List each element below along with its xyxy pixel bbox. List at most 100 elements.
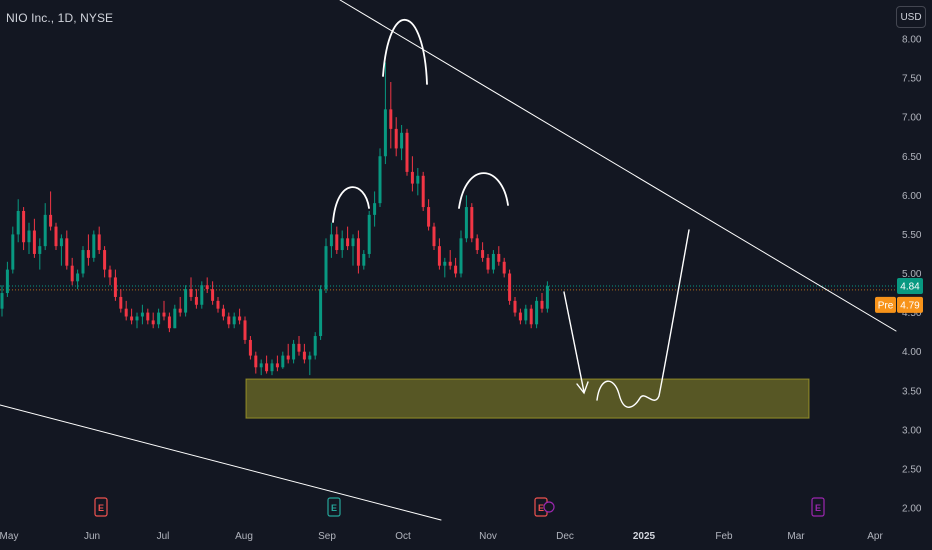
time-axis[interactable]: May Jun Jul Aug Sep Oct Nov Dec 2025 Feb Mar Apr [0, 531, 883, 542]
candle [324, 238, 328, 294]
candle [443, 257, 447, 278]
candle-body [162, 312, 166, 317]
candle [383, 62, 387, 165]
earnings-markers[interactable]: EEEE [94, 497, 825, 517]
candle [124, 300, 128, 321]
candle-body [140, 312, 144, 317]
candle-body [38, 246, 42, 254]
candle [356, 230, 360, 274]
candle [448, 250, 452, 270]
candle [205, 277, 209, 294]
candle-body [389, 109, 393, 129]
candle [497, 246, 501, 266]
candle-body [86, 250, 90, 258]
price-badges: 4.84 Pre 4.79 [875, 278, 923, 313]
candle [38, 238, 42, 270]
earnings-marker-label: E [815, 503, 821, 513]
candle [378, 148, 382, 208]
candle-body [216, 300, 220, 309]
candle-body [502, 261, 506, 274]
candle [27, 222, 31, 254]
left-shoulder-arc [332, 186, 370, 223]
candle-body [367, 214, 371, 254]
candle [297, 336, 301, 356]
candle [81, 246, 85, 278]
candle-body [378, 156, 382, 204]
candle [410, 156, 414, 192]
candle-body [356, 238, 360, 266]
candle-body [259, 363, 263, 368]
candle-body [329, 234, 333, 247]
candle [535, 296, 539, 329]
candle-body [189, 289, 193, 297]
y-tick-label: 7.00 [902, 113, 922, 124]
candle-body [346, 238, 350, 247]
candle-body [508, 273, 512, 301]
candle-body [49, 214, 53, 227]
candle-body [43, 214, 47, 247]
x-tick-label: Dec [556, 531, 574, 542]
candle-body [335, 234, 339, 251]
candle-body [5, 269, 9, 294]
candle-body [124, 308, 128, 317]
candle-body [254, 355, 258, 368]
candle [232, 312, 236, 329]
candle [22, 207, 26, 251]
candle [92, 230, 96, 262]
x-tick-label: Jul [157, 531, 170, 542]
symbol-title[interactable]: NIO Inc., 1D, NYSE [6, 11, 113, 25]
x-tick-label: Nov [479, 531, 497, 542]
candle-body [103, 250, 107, 270]
candle [259, 359, 263, 376]
candle [373, 191, 377, 227]
y-tick-label: 3.50 [902, 386, 922, 397]
candle-body [529, 308, 533, 325]
earnings-marker[interactable]: E [811, 497, 825, 517]
candle-body [265, 363, 269, 372]
pre-market-badge: Pre 4.79 [875, 296, 923, 313]
candle [491, 250, 495, 274]
currency-button[interactable]: USD [896, 6, 926, 28]
candle-body [454, 265, 458, 274]
candle-body [481, 250, 485, 258]
candle [265, 355, 269, 374]
x-tick-label: May [0, 531, 18, 542]
candle-body [416, 175, 420, 184]
candle [308, 351, 312, 376]
candle [389, 81, 393, 149]
earnings-marker[interactable]: E [327, 497, 341, 517]
candle-body [167, 316, 171, 329]
candle-body [275, 363, 279, 368]
earnings-marker[interactable]: E [94, 497, 108, 517]
y-tick-label: 6.50 [902, 152, 922, 163]
candlestick-series [0, 62, 549, 376]
candle [459, 230, 463, 278]
candle [157, 308, 161, 329]
candle [421, 171, 425, 211]
candle-body [475, 238, 479, 251]
y-tick-label: 3.00 [902, 425, 922, 436]
x-tick-label: 2025 [633, 531, 656, 542]
candle-body [405, 132, 409, 172]
y-tick-label: 6.00 [902, 191, 922, 202]
price-chart[interactable]: EEEE 2.002.503.003.504.004.505.005.506.0… [0, 0, 932, 550]
support-zone-layer [245, 378, 810, 419]
candle-body [97, 234, 101, 251]
support-zone-rect [245, 378, 810, 419]
candle [540, 293, 544, 313]
candle [16, 199, 20, 243]
candle-body [248, 339, 252, 356]
candle-body [27, 230, 31, 243]
price-axis[interactable]: 2.002.503.003.504.004.505.005.506.006.50… [902, 35, 922, 515]
candle [286, 343, 290, 364]
candle [86, 234, 90, 266]
candle [329, 222, 333, 258]
candle [43, 203, 47, 251]
candle [211, 281, 215, 305]
candle-body [32, 230, 36, 254]
candle-body [135, 316, 139, 321]
candle [319, 285, 323, 340]
candle [427, 199, 431, 231]
candle-body [157, 312, 161, 325]
last-price-badge: 4.84 [897, 278, 923, 295]
